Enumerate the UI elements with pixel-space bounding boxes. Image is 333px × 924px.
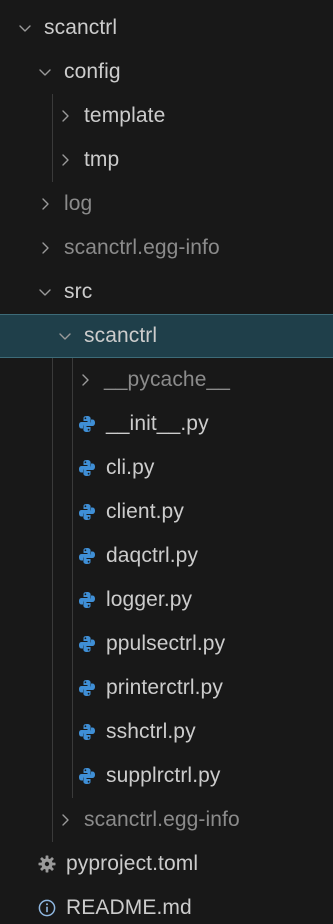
tree-item-label: scanctrl.egg-info — [84, 808, 240, 831]
tree-item-label: __init__.py — [106, 412, 209, 435]
chevron-right-icon[interactable] — [32, 182, 58, 226]
tree-item-label: supplrctrl.py — [106, 764, 221, 787]
tree-item-label: src — [64, 280, 93, 303]
tree-folder-log[interactable]: log — [0, 182, 333, 226]
tree-folder-src[interactable]: src — [0, 270, 333, 314]
tree-file-supplrctrl-py[interactable]: supplrctrl.py — [0, 754, 333, 798]
tree-file-logger-py[interactable]: logger.py — [0, 578, 333, 622]
tree-item-label: log — [64, 192, 93, 215]
tree-item-label: pyproject.toml — [66, 852, 199, 875]
info-icon — [34, 886, 60, 924]
python-file-icon — [74, 490, 100, 534]
tree-file-printerctrl-py[interactable]: printerctrl.py — [0, 666, 333, 710]
tree-folder-tmp[interactable]: tmp — [0, 138, 333, 182]
tree-folder-config[interactable]: config — [0, 50, 333, 94]
tree-folder-scanctrl-egg-info[interactable]: scanctrl.egg-info — [0, 798, 333, 842]
tree-file-readme-md[interactable]: README.md — [0, 886, 333, 924]
tree-file-daqctrl-py[interactable]: daqctrl.py — [0, 534, 333, 578]
chevron-right-icon[interactable] — [32, 226, 58, 270]
tree-folder-template[interactable]: template — [0, 94, 333, 138]
tree-item-label: tmp — [84, 148, 120, 171]
chevron-down-icon[interactable] — [52, 314, 78, 358]
tree-file-sshctrl-py[interactable]: sshctrl.py — [0, 710, 333, 754]
chevron-right-icon[interactable] — [52, 798, 78, 842]
python-file-icon — [74, 402, 100, 446]
gear-icon — [34, 842, 60, 886]
python-file-icon — [74, 622, 100, 666]
tree-item-label: daqctrl.py — [106, 544, 199, 567]
tree-item-label: scanctrl — [44, 16, 118, 39]
chevron-down-icon[interactable] — [12, 6, 38, 50]
python-file-icon — [74, 710, 100, 754]
tree-item-label: logger.py — [106, 588, 193, 611]
python-file-icon — [74, 446, 100, 490]
tree-item-label: printerctrl.py — [106, 676, 223, 699]
chevron-right-icon[interactable] — [52, 138, 78, 182]
tree-item-label: scanctrl — [84, 324, 158, 347]
tree-folder-pycache[interactable]: __pycache__ — [0, 358, 333, 402]
python-file-icon — [74, 534, 100, 578]
tree-item-label: ppulsectrl.py — [106, 632, 226, 655]
tree-file-cli-py[interactable]: cli.py — [0, 446, 333, 490]
chevron-down-icon[interactable] — [32, 50, 58, 94]
tree-folder-scanctrl-egg-info[interactable]: scanctrl.egg-info — [0, 226, 333, 270]
python-file-icon — [74, 754, 100, 798]
tree-file-init-py[interactable]: __init__.py — [0, 402, 333, 446]
python-file-icon — [74, 666, 100, 710]
tree-item-label: __pycache__ — [104, 368, 231, 391]
tree-item-label: sshctrl.py — [106, 720, 196, 743]
tree-item-label: cli.py — [106, 456, 155, 479]
chevron-right-icon[interactable] — [72, 358, 98, 402]
chevron-down-icon[interactable] — [32, 270, 58, 314]
tree-file-client-py[interactable]: client.py — [0, 490, 333, 534]
tree-folder-scanctrl[interactable]: scanctrl — [0, 6, 333, 50]
tree-item-label: README.md — [66, 896, 192, 919]
tree-file-pyproject-toml[interactable]: pyproject.toml — [0, 842, 333, 886]
tree-item-label: client.py — [106, 500, 184, 523]
tree-item-label: config — [64, 60, 121, 83]
tree-item-label: template — [84, 104, 166, 127]
chevron-right-icon[interactable] — [52, 94, 78, 138]
tree-item-label: scanctrl.egg-info — [64, 236, 220, 259]
file-explorer: scanctrl config template tmp log scanctrl.egg… — [0, 0, 333, 924]
python-file-icon — [74, 578, 100, 622]
tree-folder-scanctrl[interactable]: scanctrl — [0, 314, 333, 358]
tree-file-ppulsectrl-py[interactable]: ppulsectrl.py — [0, 622, 333, 666]
